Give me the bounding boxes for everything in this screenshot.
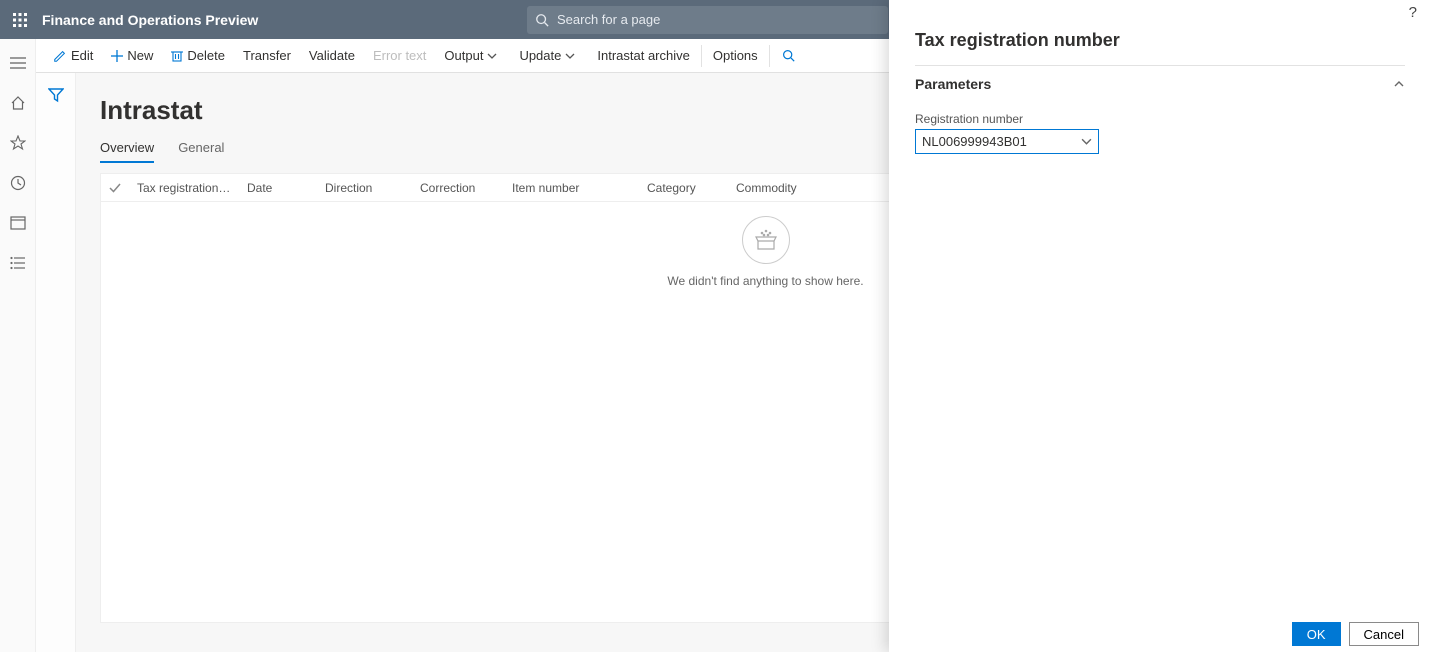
col-correction[interactable]: Correction — [412, 181, 504, 195]
col-item-number[interactable]: Item number — [504, 181, 639, 195]
parameters-label: Parameters — [915, 76, 991, 92]
parameters-section-header[interactable]: Parameters — [915, 65, 1405, 106]
cancel-button[interactable]: Cancel — [1349, 622, 1419, 646]
nav-workspaces[interactable] — [8, 213, 28, 233]
tab-overview[interactable]: Overview — [100, 140, 154, 163]
validate-label: Validate — [309, 48, 355, 63]
pencil-icon — [53, 49, 67, 63]
validate-button[interactable]: Validate — [300, 39, 364, 72]
ok-button[interactable]: OK — [1292, 622, 1341, 646]
help-button[interactable]: ? — [1409, 4, 1417, 21]
separator — [769, 45, 770, 67]
clock-icon — [10, 175, 26, 191]
delete-button[interactable]: Delete — [162, 39, 234, 72]
update-button[interactable]: Update — [510, 39, 588, 72]
global-search[interactable]: Search for a page — [527, 6, 888, 34]
chevron-up-icon — [1393, 78, 1405, 90]
chevron-down-icon — [487, 51, 497, 61]
app-launcher-icon[interactable] — [0, 13, 40, 27]
registration-number-select[interactable]: NL006999943B01 — [915, 129, 1099, 154]
check-icon — [109, 182, 121, 194]
flyout-panel: ? Tax registration number Parameters Reg… — [889, 0, 1431, 652]
app-title: Finance and Operations Preview — [42, 12, 258, 28]
tab-general[interactable]: General — [178, 140, 224, 163]
col-commodity[interactable]: Commodity — [728, 181, 828, 195]
edit-button[interactable]: Edit — [44, 39, 102, 72]
nav-expand-button[interactable] — [8, 53, 28, 73]
registration-number-value: NL006999943B01 — [922, 134, 1027, 149]
registration-number-label: Registration number — [915, 112, 1405, 126]
col-tax-registration[interactable]: Tax registration num... — [129, 181, 239, 195]
nav-modules[interactable] — [8, 253, 28, 273]
output-label: Output — [444, 48, 483, 63]
flyout-footer: OK Cancel — [889, 604, 1431, 652]
home-icon — [10, 95, 26, 111]
waffle-icon — [13, 13, 27, 27]
error-text-button: Error text — [364, 39, 435, 72]
empty-message: We didn't find anything to show here. — [667, 274, 863, 288]
flyout-title: Tax registration number — [889, 24, 1431, 65]
plus-icon — [111, 50, 123, 62]
transfer-button[interactable]: Transfer — [234, 39, 300, 72]
page-search-button[interactable] — [772, 39, 809, 72]
funnel-icon — [48, 87, 64, 103]
col-date[interactable]: Date — [239, 181, 317, 195]
col-category[interactable]: Category — [639, 181, 728, 195]
empty-icon — [742, 216, 790, 264]
new-button[interactable]: New — [102, 39, 162, 72]
new-label: New — [127, 48, 153, 63]
error-text-label: Error text — [373, 48, 426, 63]
nav-home[interactable] — [8, 93, 28, 113]
output-button[interactable]: Output — [435, 39, 510, 72]
empty-box-icon — [753, 227, 779, 253]
edit-label: Edit — [71, 48, 93, 63]
search-icon — [782, 49, 795, 62]
search-placeholder: Search for a page — [557, 12, 660, 27]
filter-rail — [36, 73, 76, 652]
update-label: Update — [519, 48, 561, 63]
options-label: Options — [713, 48, 758, 63]
intrastat-archive-label: Intrastat archive — [597, 48, 690, 63]
trash-icon — [171, 49, 183, 62]
nav-favorites[interactable] — [8, 133, 28, 153]
star-icon — [10, 135, 26, 151]
nav-recent[interactable] — [8, 173, 28, 193]
col-direction[interactable]: Direction — [317, 181, 412, 195]
chevron-down-icon — [565, 51, 575, 61]
chevron-down-icon — [1081, 136, 1092, 147]
list-icon — [10, 256, 26, 270]
workspace-icon — [10, 216, 26, 230]
intrastat-archive-button[interactable]: Intrastat archive — [588, 39, 699, 72]
nav-rail — [0, 39, 36, 652]
separator — [701, 45, 702, 67]
hamburger-icon — [10, 57, 26, 69]
search-icon — [535, 13, 549, 27]
filter-button[interactable] — [48, 87, 64, 652]
transfer-label: Transfer — [243, 48, 291, 63]
delete-label: Delete — [187, 48, 225, 63]
select-all-column[interactable] — [101, 182, 129, 194]
options-button[interactable]: Options — [704, 39, 767, 72]
